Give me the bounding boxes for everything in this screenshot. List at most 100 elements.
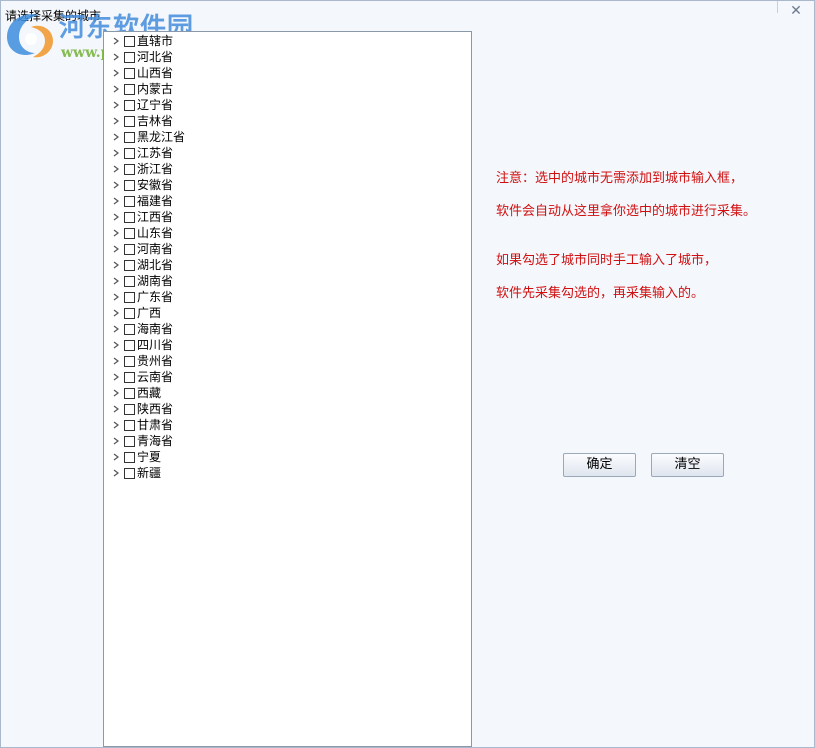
tree-item-label: 安徽省: [137, 178, 174, 192]
tree-item[interactable]: 青海省: [110, 433, 185, 449]
tree-item[interactable]: 安徽省: [110, 177, 185, 193]
tree-item[interactable]: 湖南省: [110, 273, 185, 289]
clear-button[interactable]: 清空: [651, 453, 724, 477]
tree-item-checkbox[interactable]: [124, 403, 135, 415]
chevron-right-icon[interactable]: [110, 257, 124, 273]
chevron-right-icon[interactable]: [110, 161, 124, 177]
tree-item[interactable]: 江西省: [110, 209, 185, 225]
chevron-right-icon[interactable]: [110, 177, 124, 193]
chevron-right-icon[interactable]: [110, 433, 124, 449]
tree-item-label: 江苏省: [137, 146, 174, 160]
tree-item-checkbox[interactable]: [124, 163, 135, 175]
tree-item[interactable]: 山西省: [110, 65, 185, 81]
tree-item[interactable]: 山东省: [110, 225, 185, 241]
chevron-right-icon[interactable]: [110, 289, 124, 305]
chevron-right-icon[interactable]: [110, 321, 124, 337]
chevron-right-icon[interactable]: [110, 33, 124, 49]
tree-item-checkbox[interactable]: [124, 371, 135, 383]
tree-item[interactable]: 浙江省: [110, 161, 185, 177]
chevron-right-icon[interactable]: [110, 273, 124, 289]
tree-item-checkbox[interactable]: [124, 67, 135, 79]
chevron-right-icon[interactable]: [110, 225, 124, 241]
chevron-right-icon[interactable]: [110, 209, 124, 225]
tree-item[interactable]: 辽宁省: [110, 97, 185, 113]
tree-item[interactable]: 云南省: [110, 369, 185, 385]
tree-item-checkbox[interactable]: [124, 275, 135, 287]
tree-item[interactable]: 广东省: [110, 289, 185, 305]
tree-item-checkbox[interactable]: [124, 291, 135, 303]
confirm-button[interactable]: 确定: [563, 453, 636, 477]
tree-item[interactable]: 宁夏: [110, 449, 185, 465]
chevron-right-icon[interactable]: [110, 353, 124, 369]
tree-item[interactable]: 江苏省: [110, 145, 185, 161]
tree-item[interactable]: 西藏: [110, 385, 185, 401]
chevron-right-icon[interactable]: [110, 129, 124, 145]
tree-item-checkbox[interactable]: [124, 227, 135, 239]
tree-item[interactable]: 新疆: [110, 465, 185, 481]
tree-item-checkbox[interactable]: [124, 339, 135, 351]
chevron-right-icon[interactable]: [110, 369, 124, 385]
tree-item-checkbox[interactable]: [124, 355, 135, 367]
tree-item-label: 青海省: [137, 434, 174, 448]
tree-item-checkbox[interactable]: [124, 467, 135, 479]
tree-item[interactable]: 贵州省: [110, 353, 185, 369]
chevron-right-icon[interactable]: [110, 449, 124, 465]
tree-item[interactable]: 内蒙古: [110, 81, 185, 97]
tree-item-checkbox[interactable]: [124, 387, 135, 399]
tree-item[interactable]: 河北省: [110, 49, 185, 65]
tree-item-checkbox[interactable]: [124, 51, 135, 63]
tree-item[interactable]: 福建省: [110, 193, 185, 209]
tree-item-checkbox[interactable]: [124, 451, 135, 463]
tree-item[interactable]: 河南省: [110, 241, 185, 257]
tree-item-label: 浙江省: [137, 162, 174, 176]
tree-item-checkbox[interactable]: [124, 179, 135, 191]
tree-item-label: 吉林省: [137, 114, 174, 128]
tree-item-checkbox[interactable]: [124, 195, 135, 207]
tree-item[interactable]: 甘肃省: [110, 417, 185, 433]
tree-item[interactable]: 广西: [110, 305, 185, 321]
tree-item[interactable]: 湖北省: [110, 257, 185, 273]
tree-item[interactable]: 直辖市: [110, 33, 185, 49]
chevron-right-icon[interactable]: [110, 465, 124, 481]
tree-item[interactable]: 陕西省: [110, 401, 185, 417]
tree-item-checkbox[interactable]: [124, 35, 135, 47]
chevron-right-icon[interactable]: [110, 113, 124, 129]
chevron-right-icon[interactable]: [110, 305, 124, 321]
tree-item-checkbox[interactable]: [124, 419, 135, 431]
tree-item-checkbox[interactable]: [124, 99, 135, 111]
tree-item-checkbox[interactable]: [124, 115, 135, 127]
chevron-right-icon[interactable]: [110, 97, 124, 113]
tree-item[interactable]: 四川省: [110, 337, 185, 353]
tree-item-label: 河北省: [137, 50, 174, 64]
tree-item-checkbox[interactable]: [124, 259, 135, 271]
chevron-right-icon[interactable]: [110, 385, 124, 401]
chevron-right-icon[interactable]: [110, 417, 124, 433]
note-line-1: 注意：选中的城市无需添加到城市输入框，: [496, 171, 744, 186]
notes-panel: 注意：选中的城市无需添加到城市输入框， 软件会自动从这里拿你选中的城市进行采集。…: [496, 169, 756, 317]
chevron-right-icon[interactable]: [110, 81, 124, 97]
chevron-right-icon[interactable]: [110, 65, 124, 81]
tree-item[interactable]: 黑龙江省: [110, 129, 185, 145]
tree-item[interactable]: 海南省: [110, 321, 185, 337]
province-tree-panel[interactable]: 直辖市 河北省 山西省 内蒙古 辽宁省吉林省 黑龙江省 江苏省浙江省安徽省 福建省 江西省 山东省…: [103, 31, 472, 747]
tree-item-checkbox[interactable]: [124, 323, 135, 335]
close-button[interactable]: ✕: [784, 3, 808, 19]
tree-item-label: 云南省: [137, 370, 174, 384]
chevron-right-icon[interactable]: [110, 145, 124, 161]
tree-item-checkbox[interactable]: [124, 435, 135, 447]
tree-item[interactable]: 吉林省: [110, 113, 185, 129]
tree-item-checkbox[interactable]: [124, 83, 135, 95]
tree-item-checkbox[interactable]: [124, 131, 135, 143]
tree-item-label: 广西: [137, 306, 162, 320]
tree-item-checkbox[interactable]: [124, 243, 135, 255]
close-icon: ✕: [790, 3, 802, 19]
chevron-right-icon[interactable]: [110, 193, 124, 209]
tree-item-checkbox[interactable]: [124, 147, 135, 159]
tree-item-label: 辽宁省: [137, 98, 174, 112]
chevron-right-icon[interactable]: [110, 401, 124, 417]
tree-item-checkbox[interactable]: [124, 211, 135, 223]
tree-item-checkbox[interactable]: [124, 307, 135, 319]
chevron-right-icon[interactable]: [110, 241, 124, 257]
chevron-right-icon[interactable]: [110, 337, 124, 353]
chevron-right-icon[interactable]: [110, 49, 124, 65]
